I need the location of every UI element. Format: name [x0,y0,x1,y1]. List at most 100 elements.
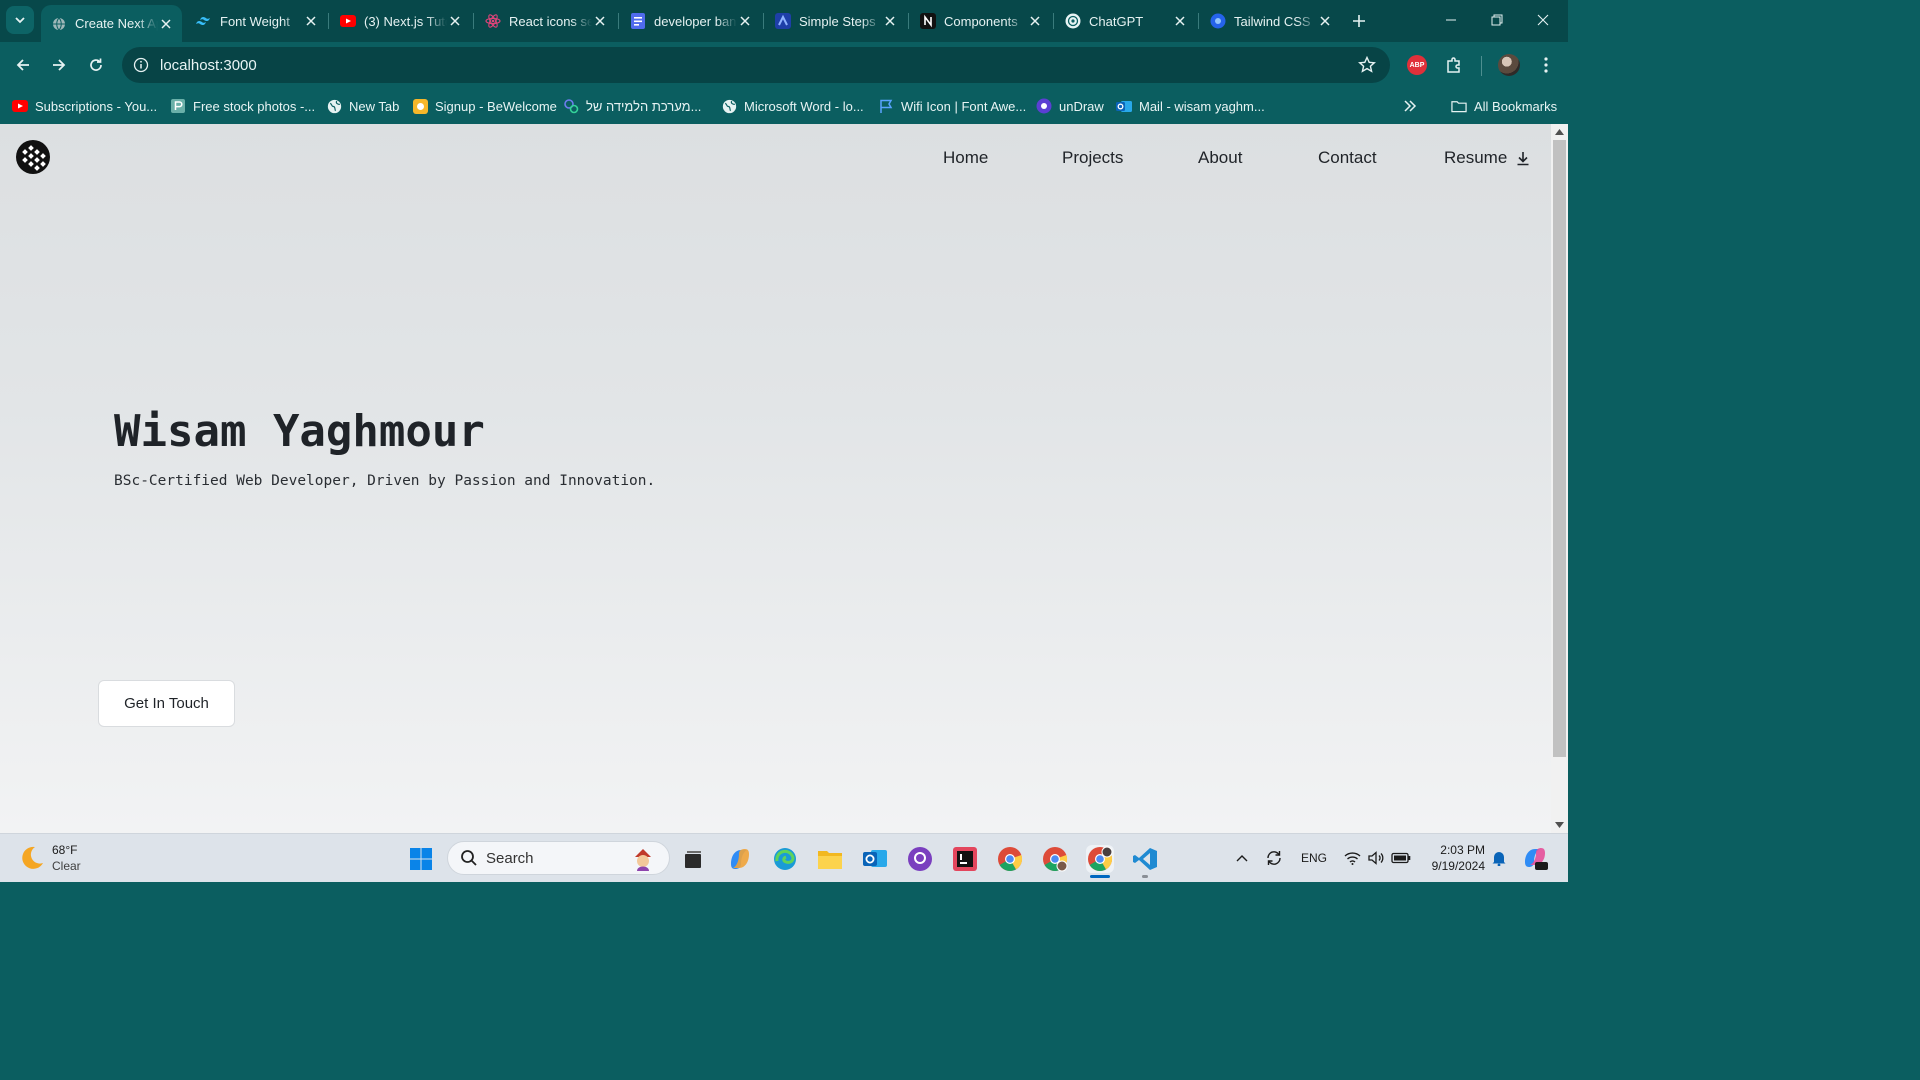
edge-button[interactable] [771,845,799,873]
scroll-down-icon[interactable] [1555,820,1564,829]
nav-projects[interactable]: Projects [1062,146,1123,170]
get-in-touch-button[interactable]: Get In Touch [98,680,235,727]
bookmark-undraw[interactable]: unDraw [1036,94,1104,118]
flag-icon [878,98,894,114]
search-icon [461,850,477,866]
scroll-up-icon[interactable] [1555,127,1564,136]
close-icon[interactable] [447,13,463,29]
forward-button[interactable] [44,50,74,80]
windows-logo-icon [410,848,432,870]
more-bookmarks-button[interactable] [1403,94,1417,118]
arrow-left-icon [16,59,29,71]
all-bookmarks-button[interactable]: All Bookmarks [1451,94,1557,118]
start-button[interactable] [407,845,435,873]
bookmark-microsoft-word[interactable]: Microsoft Word - lo... [721,94,864,118]
battery-tray-button[interactable] [1390,846,1412,870]
weather-widget[interactable]: 68°F Clear [18,842,81,874]
vscode-button[interactable] [1131,845,1159,873]
bookmarks-bar: Subscriptions - You... Free stock photos… [0,88,1568,124]
youtube-icon [340,13,356,29]
nav-home[interactable]: Home [943,146,988,170]
chrome-active-button[interactable] [1086,845,1114,873]
adblock-extension[interactable]: ABP [1405,53,1429,77]
close-icon[interactable] [1027,13,1043,29]
bookmark-free-stock-photos[interactable]: Free stock photos -... [170,94,315,118]
chrome-profile-button[interactable] [1041,845,1069,873]
close-icon[interactable] [882,13,898,29]
taskbar-search[interactable]: Search [447,841,670,875]
tab-react-icons[interactable]: React icons search [475,6,616,36]
close-icon[interactable] [1172,13,1188,29]
close-icon[interactable] [592,13,608,29]
tab-font-weight[interactable]: Font Weight [186,6,327,36]
tab-tailwind-css[interactable]: Tailwind CSS [1200,6,1341,36]
show-hidden-icons-button[interactable] [1232,846,1252,870]
bookmark-learning-system[interactable]: מערכת הלמידה של... [563,94,701,118]
browser-menu-button[interactable] [1534,53,1558,77]
clock-time: 2:03 PM [1440,843,1485,857]
tab-create-next-app[interactable]: Create Next App [41,5,182,42]
back-button[interactable] [8,50,38,80]
extensions-button[interactable] [1442,53,1466,77]
volume-tray-button[interactable] [1366,846,1386,870]
nav-about[interactable]: About [1198,146,1242,170]
nav-resume-label: Resume [1444,148,1508,167]
file-explorer-button[interactable] [816,845,844,873]
globe-icon [51,16,67,32]
hero-subtitle: BSc-Certified Web Developer, Driven by P… [114,473,656,489]
language-indicator[interactable]: ENG [1297,846,1331,870]
address-bar[interactable]: localhost:3000 [122,47,1390,83]
avatar [1498,54,1520,76]
notifications-button[interactable] [1489,846,1509,870]
tab-nextjs-tutorial[interactable]: (3) Next.js Tutorial [330,6,471,36]
reload-button[interactable] [81,50,111,80]
page-scrollbar[interactable] [1551,124,1568,833]
close-icon[interactable] [737,13,753,29]
github-desktop-button[interactable] [906,845,934,873]
tailwind-circle-icon [1210,13,1226,29]
task-view-button[interactable] [679,845,707,873]
outlook-icon [1116,98,1132,114]
url-text[interactable]: localhost:3000 [160,57,257,74]
site-info-icon[interactable] [132,56,150,74]
close-icon[interactable] [303,13,319,29]
copilot-preview-button[interactable] [1520,846,1550,870]
bookmark-wifi-icon[interactable]: Wifi Icon | Font Awe... [878,94,1026,118]
close-icon[interactable] [158,16,174,32]
bookmark-subscriptions[interactable]: Subscriptions - You... [12,94,157,118]
tab-chatgpt[interactable]: ChatGPT [1055,6,1196,36]
tab-developer-banner[interactable]: developer banner [620,6,761,36]
site-logo-icon[interactable] [15,139,51,175]
tab-simple-steps[interactable]: Simple Steps [765,6,906,36]
vscode-icon [1133,848,1157,870]
scrollbar-thumb[interactable] [1553,140,1566,757]
chrome-button[interactable] [996,845,1024,873]
sync-tray-button[interactable] [1263,846,1285,870]
minimize-button[interactable] [1428,0,1474,40]
github-icon [908,847,932,871]
windows-taskbar: 68°F Clear Search ENG 2:03 PM 9/19/2024 [0,833,1568,882]
bookmark-star-icon[interactable] [1358,56,1376,74]
restore-button[interactable] [1474,0,1520,40]
bookmark-label: New Tab [349,98,400,114]
close-window-button[interactable] [1520,0,1566,40]
simple-steps-icon [775,13,791,29]
bookmark-new-tab[interactable]: New Tab [326,94,399,118]
intellij-button[interactable] [951,845,979,873]
nav-contact[interactable]: Contact [1318,146,1377,170]
outlook-button[interactable] [861,845,889,873]
arrow-right-icon [53,59,66,71]
hero-name: Wisam Yaghmour [114,406,485,457]
wifi-tray-button[interactable] [1342,846,1362,870]
copilot-preview-icon [1525,848,1548,870]
tab-search-button[interactable] [6,6,34,34]
close-icon[interactable] [1317,13,1333,29]
profile-button[interactable] [1497,53,1521,77]
nav-resume[interactable]: Resume [1444,146,1530,170]
new-tab-button[interactable] [1347,9,1371,33]
bookmark-mail[interactable]: Mail - wisam yaghm... [1116,94,1265,118]
copilot-button[interactable] [726,845,754,873]
tab-components[interactable]: Components [910,6,1051,36]
taskbar-clock[interactable]: 2:03 PM 9/19/2024 [1419,842,1485,874]
bookmark-bewelcome[interactable]: Signup - BeWelcome [412,94,557,118]
